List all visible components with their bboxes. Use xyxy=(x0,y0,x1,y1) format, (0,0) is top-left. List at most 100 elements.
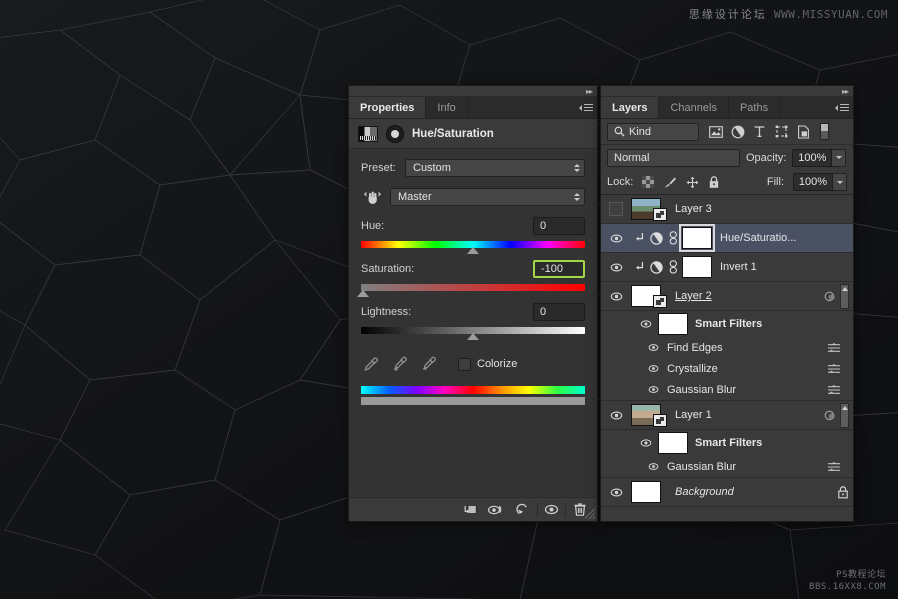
layer-thumbnail[interactable] xyxy=(631,481,661,503)
smart-filters-header-row[interactable]: Smart Filters xyxy=(601,311,853,337)
smart-filters-header-row[interactable]: Smart Filters xyxy=(601,430,853,456)
layer-name[interactable]: Hue/Saturatio... xyxy=(720,232,796,244)
blend-mode-select[interactable]: Normal xyxy=(607,148,740,167)
layers-panel-titlebar[interactable]: ▸▸ xyxy=(601,86,853,97)
opacity-dropdown-arrow-icon[interactable] xyxy=(832,148,847,167)
smart-filter-row[interactable]: Gaussian Blur xyxy=(601,456,853,477)
fill-control[interactable]: 100% xyxy=(793,173,847,191)
layer-thumbnail[interactable] xyxy=(631,198,667,221)
lightness-slider-thumb[interactable] xyxy=(467,333,479,340)
reset-icon[interactable] xyxy=(510,499,537,521)
table-row[interactable]: Layer 3 xyxy=(601,195,853,224)
filter-visibility-toggle[interactable] xyxy=(647,462,660,471)
smart-filter-fx-icon[interactable] xyxy=(823,290,837,303)
eyedropper-subtract-icon[interactable] xyxy=(421,356,437,372)
smart-filter-fx-icon[interactable] xyxy=(823,409,837,422)
filter-visibility-toggle[interactable] xyxy=(647,343,660,352)
properties-panel-menu-button[interactable] xyxy=(575,97,597,118)
filter-blending-options-icon[interactable] xyxy=(827,384,841,395)
layer-name[interactable]: Layer 3 xyxy=(675,203,712,215)
layer-name[interactable]: Layer 2 xyxy=(675,290,712,302)
properties-footer-toolbar[interactable] xyxy=(349,497,597,521)
layer-visibility-toggle[interactable] xyxy=(601,262,631,273)
filter-visibility-toggle[interactable] xyxy=(647,385,660,394)
lock-image-pixels-icon[interactable] xyxy=(663,176,677,189)
tab-paths[interactable]: Paths xyxy=(728,97,781,118)
fill-value[interactable]: 100% xyxy=(793,173,833,191)
filter-name[interactable]: Gaussian Blur xyxy=(667,461,736,473)
resize-grip[interactable] xyxy=(585,509,595,519)
fill-dropdown-arrow-icon[interactable] xyxy=(833,173,847,191)
layer-name[interactable]: Invert 1 xyxy=(720,261,757,273)
properties-tabbar[interactable]: Properties Info xyxy=(349,97,597,119)
table-row[interactable]: Hue/Saturatio... xyxy=(601,224,853,253)
lightness-track-wrap[interactable] xyxy=(361,326,585,340)
tab-info[interactable]: Info xyxy=(426,97,468,118)
layer-thumbnail[interactable] xyxy=(631,285,667,308)
layer-thumbnail[interactable] xyxy=(631,404,667,427)
layer-name[interactable]: Background xyxy=(675,486,734,498)
layer-visibility-toggle[interactable] xyxy=(601,487,631,498)
layer-row-right-controls[interactable] xyxy=(823,282,849,310)
tab-channels[interactable]: Channels xyxy=(659,97,729,118)
layer-filter-row[interactable]: Kind xyxy=(601,119,853,145)
layer-visibility-toggle[interactable] xyxy=(601,233,631,244)
layers-collapse-to-icons-icon[interactable]: ▸▸ xyxy=(842,87,849,96)
layer-visibility-toggle[interactable] xyxy=(601,202,631,216)
layer-row-right-controls[interactable] xyxy=(823,401,849,429)
tab-layers[interactable]: Layers xyxy=(601,97,660,118)
scroll-up-arrow-icon[interactable] xyxy=(840,283,849,309)
filter-name[interactable]: Find Edges xyxy=(667,342,723,354)
lock-all-icon[interactable] xyxy=(708,175,720,189)
layer-mask-thumbnail[interactable] xyxy=(682,256,712,278)
hue-slider-thumb[interactable] xyxy=(467,247,479,254)
tab-properties[interactable]: Properties xyxy=(349,97,427,118)
on-image-adjust-hand-icon[interactable] xyxy=(361,189,383,205)
link-mask-icon[interactable] xyxy=(665,231,682,245)
table-row[interactable]: Layer 1 xyxy=(601,401,853,430)
toggle-previous-state-icon[interactable] xyxy=(483,499,510,521)
lock-transparent-pixels-icon[interactable] xyxy=(642,176,655,188)
filter-enable-toggle[interactable] xyxy=(820,123,829,140)
smart-filter-row[interactable]: Gaussian Blur xyxy=(601,379,853,400)
properties-panel-titlebar[interactable]: ▸▸ xyxy=(349,86,597,97)
opacity-value[interactable]: 100% xyxy=(792,148,833,167)
layer-list[interactable]: Layer 3 Hue/Saturatio... Invert 1 Layer … xyxy=(601,195,853,521)
type-filter-icon[interactable] xyxy=(750,123,769,141)
lock-fill-row[interactable]: Lock: Fill: 100% xyxy=(601,170,853,195)
lightness-value-input[interactable]: 0 xyxy=(533,303,585,321)
scroll-up-arrow-icon[interactable] xyxy=(840,402,849,428)
smart-filters-visibility-toggle[interactable] xyxy=(639,438,653,448)
layer-mask-thumbnail[interactable] xyxy=(679,224,715,252)
opacity-control[interactable]: 100% xyxy=(792,148,847,167)
layer-visibility-toggle[interactable] xyxy=(601,410,631,421)
saturation-slider-thumb[interactable] xyxy=(357,290,370,297)
adjustment-layer-icon[interactable] xyxy=(648,231,665,245)
colorize-checkbox[interactable] xyxy=(458,357,471,371)
toggle-visibility-icon[interactable] xyxy=(538,499,565,521)
lock-position-icon[interactable] xyxy=(686,176,699,189)
table-row[interactable]: Background xyxy=(601,478,853,507)
filter-type-icons[interactable] xyxy=(706,123,813,141)
blend-opacity-row[interactable]: Normal Opacity: 100% xyxy=(601,145,853,170)
preset-select[interactable]: Custom xyxy=(405,159,585,177)
channel-spinner-icon[interactable] xyxy=(574,193,580,201)
smart-object-filter-icon[interactable] xyxy=(794,123,813,141)
filter-visibility-toggle[interactable] xyxy=(647,364,660,373)
link-mask-icon[interactable] xyxy=(665,260,682,274)
eyedropper-add-icon[interactable] xyxy=(392,356,408,372)
eyedropper-icon[interactable] xyxy=(363,356,379,372)
channel-select[interactable]: Master xyxy=(390,188,585,206)
hue-track-wrap[interactable] xyxy=(361,240,585,254)
hue-value-input[interactable]: 0 xyxy=(533,217,585,235)
adjustment-layer-icon[interactable] xyxy=(648,260,665,274)
filter-blending-options-icon[interactable] xyxy=(827,342,841,353)
saturation-value-input[interactable]: -100 xyxy=(533,260,585,278)
layers-tabbar[interactable]: Layers Channels Paths xyxy=(601,97,853,119)
table-row[interactable]: Invert 1 xyxy=(601,253,853,282)
layer-visibility-toggle[interactable] xyxy=(601,291,631,302)
lock-buttons[interactable] xyxy=(642,175,720,189)
properties-panel[interactable]: ▸▸ Properties Info Hue/Saturation Preset… xyxy=(348,85,598,522)
preset-spinner-icon[interactable] xyxy=(574,164,580,172)
table-row[interactable]: Layer 2 xyxy=(601,282,853,311)
